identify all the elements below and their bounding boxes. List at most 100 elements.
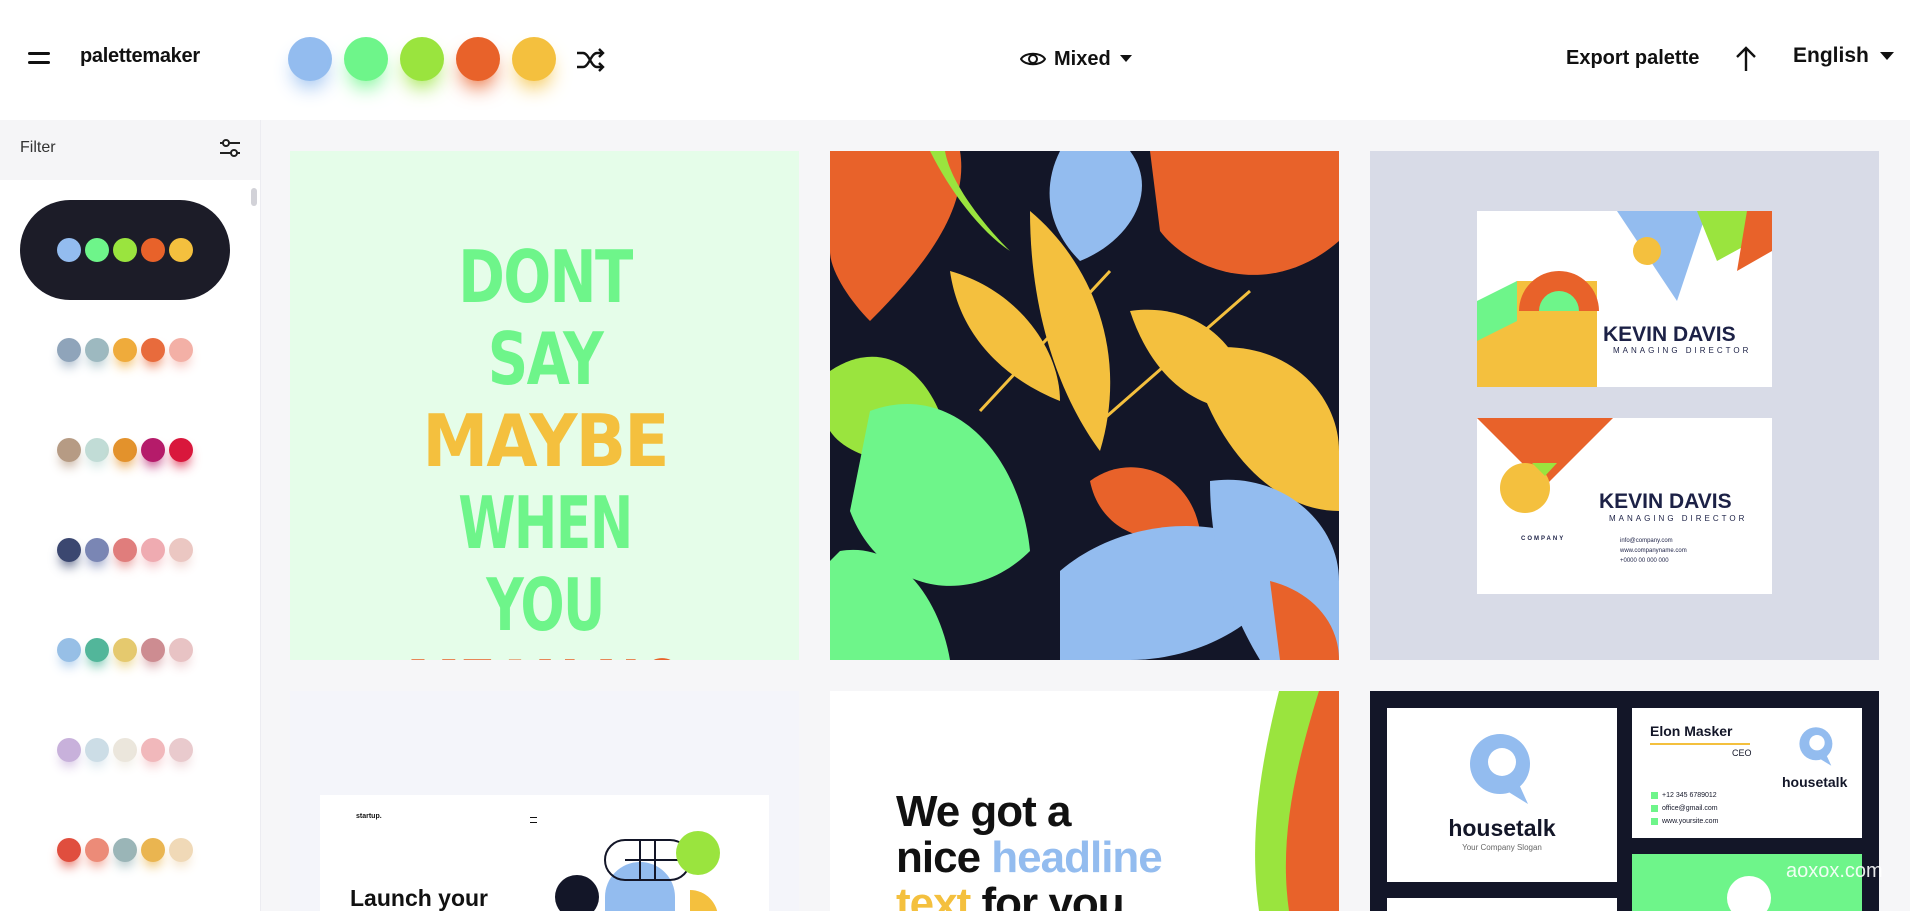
housetalk-slogan: Your Company Slogan bbox=[1462, 843, 1542, 852]
bizcard-back-name: KEVIN DAVIS bbox=[1599, 490, 1732, 513]
shuffle-icon[interactable] bbox=[573, 43, 607, 77]
palette-color-dot bbox=[85, 538, 109, 562]
palette-color-dot bbox=[57, 538, 81, 562]
headline-word-nice: nice bbox=[896, 833, 981, 882]
bizcard-front-graphic bbox=[1477, 211, 1772, 387]
bizcard-email: info@company.com bbox=[1620, 538, 1673, 544]
palette-item[interactable] bbox=[20, 800, 230, 900]
palette-color-dot bbox=[141, 238, 165, 262]
card-poster[interactable]: DONT SAY MAYBE WHEN YOU MEAN NO bbox=[290, 151, 799, 660]
filter-label: Filter bbox=[20, 139, 56, 156]
housetalk-small-name: housetalk bbox=[1782, 774, 1848, 790]
palette-color-dot bbox=[85, 438, 109, 462]
palette-color-dot bbox=[169, 638, 193, 662]
bizcard-phone: +0000 00 000 000 bbox=[1620, 558, 1669, 564]
housetalk-bottom-card bbox=[1387, 898, 1617, 911]
housetalk-role: CEO bbox=[1732, 748, 1752, 758]
bizcard-front: KEVIN DAVIS MANAGING DIRECTOR bbox=[1477, 211, 1772, 387]
palette-color-dot bbox=[141, 638, 165, 662]
palette-color-dot bbox=[57, 338, 81, 362]
leaf-pattern-illustration bbox=[830, 151, 1339, 660]
palette-item[interactable] bbox=[20, 600, 230, 700]
headline-wave-graphic bbox=[1255, 691, 1339, 911]
bizcard-company: COMPANY bbox=[1521, 536, 1566, 542]
palette-color-dot bbox=[113, 838, 137, 862]
palette-color-dot bbox=[57, 738, 81, 762]
palette-color-dot bbox=[85, 238, 109, 262]
housetalk-contact-card: Elon Masker CEO +12 345 6789012 office@g… bbox=[1632, 708, 1862, 838]
palette-color-dot bbox=[113, 238, 137, 262]
arrow-up-icon[interactable] bbox=[1733, 45, 1759, 73]
palette-swatch-green[interactable] bbox=[344, 37, 388, 81]
palette-color-dot bbox=[113, 738, 137, 762]
housetalk-email: office@gmail.com bbox=[1662, 805, 1718, 812]
palette-color-dot bbox=[141, 738, 165, 762]
menu-icon[interactable] bbox=[28, 50, 52, 68]
palette-item[interactable] bbox=[20, 300, 230, 400]
chevron-down-icon bbox=[1879, 51, 1894, 60]
startup-page: startup. Launch your bbox=[320, 795, 769, 911]
palette-item[interactable] bbox=[20, 400, 230, 500]
chevron-down-icon bbox=[1119, 55, 1132, 62]
palette-color-dot bbox=[169, 738, 193, 762]
palette-color-dot bbox=[85, 338, 109, 362]
bizcard-contact: info@company.com www.companyname.com +00… bbox=[1620, 536, 1687, 566]
filter-bar: Filter bbox=[0, 120, 260, 180]
palette-color-dot bbox=[57, 438, 81, 462]
headline-line-2: nice headline bbox=[896, 833, 1163, 882]
palette-item[interactable] bbox=[20, 700, 230, 800]
language-dropdown[interactable]: English bbox=[1793, 44, 1895, 68]
app-logo[interactable]: palettemaker bbox=[80, 45, 200, 68]
bizcard-front-name: KEVIN DAVIS bbox=[1603, 323, 1736, 346]
palette-color-dot bbox=[85, 838, 109, 862]
palette-item[interactable] bbox=[20, 200, 230, 300]
eye-icon bbox=[1020, 52, 1046, 66]
palette-color-dot bbox=[169, 238, 193, 262]
headline-word-foryou: for you bbox=[981, 879, 1124, 911]
bizcard-back: KEVIN DAVIS MANAGING DIRECTOR COMPANY in… bbox=[1477, 418, 1772, 594]
sliders-icon[interactable] bbox=[218, 136, 242, 160]
palette-color-dot bbox=[169, 338, 193, 362]
palette-item[interactable] bbox=[20, 500, 230, 600]
palette-swatch-yellow[interactable] bbox=[512, 37, 556, 81]
poster-text: DONT SAY MAYBE WHEN YOU MEAN NO bbox=[360, 236, 730, 660]
poster-line-2: MAYBE bbox=[422, 399, 669, 483]
scrollbar-thumb[interactable] bbox=[251, 188, 257, 206]
headline-word-text: text bbox=[896, 879, 971, 911]
mode-label: Mixed bbox=[1054, 47, 1111, 70]
top-bar: palettemaker Mixed Export palette Englis… bbox=[0, 0, 1910, 120]
palette-color-dot bbox=[113, 638, 137, 662]
card-headline[interactable]: We got a nice headline text for you bbox=[830, 691, 1339, 911]
watermark: aoxox.com bbox=[1786, 860, 1883, 882]
housetalk-green-logo bbox=[1727, 876, 1771, 911]
housetalk-site: www.yoursite.com bbox=[1662, 818, 1719, 825]
card-startup-site[interactable]: startup. Launch your bbox=[290, 691, 799, 911]
housetalk-bullets bbox=[1651, 792, 1658, 828]
palette-color-dot bbox=[141, 338, 165, 362]
color-mode-dropdown[interactable]: Mixed bbox=[1020, 44, 1133, 74]
housetalk-name: housetalk bbox=[1448, 815, 1556, 841]
poster-line-4: MEAN NO bbox=[406, 646, 685, 660]
language-label: English bbox=[1793, 44, 1869, 67]
palette-color-dot bbox=[57, 638, 81, 662]
palette-color-dot bbox=[85, 738, 109, 762]
palette-swatch-blue[interactable] bbox=[288, 37, 332, 81]
startup-graphic bbox=[555, 831, 720, 911]
palette-color-dot bbox=[141, 538, 165, 562]
housetalk-divider bbox=[1650, 743, 1750, 745]
palette-color-dot bbox=[57, 238, 81, 262]
headline-word-highlight: headline bbox=[991, 833, 1162, 882]
poster-line-1: DONT SAY bbox=[458, 235, 633, 401]
housetalk-person: Elon Masker bbox=[1650, 723, 1733, 739]
headline-line-3: text for you bbox=[896, 881, 1162, 911]
export-palette-button[interactable]: Export palette bbox=[1566, 47, 1699, 70]
card-leaf-pattern[interactable] bbox=[830, 151, 1339, 660]
palette-color-dot bbox=[169, 438, 193, 462]
card-business-card[interactable]: KEVIN DAVIS MANAGING DIRECTOR KEVIN DAVI… bbox=[1370, 151, 1879, 660]
scrollbar[interactable] bbox=[250, 180, 258, 911]
palette-color-dot bbox=[113, 538, 137, 562]
headline-text: We got a nice headline text for you bbox=[896, 789, 1163, 911]
palette-swatch-orange[interactable] bbox=[456, 37, 500, 81]
palette-swatch-lime[interactable] bbox=[400, 37, 444, 81]
bizcard-web: www.companyname.com bbox=[1620, 548, 1687, 554]
